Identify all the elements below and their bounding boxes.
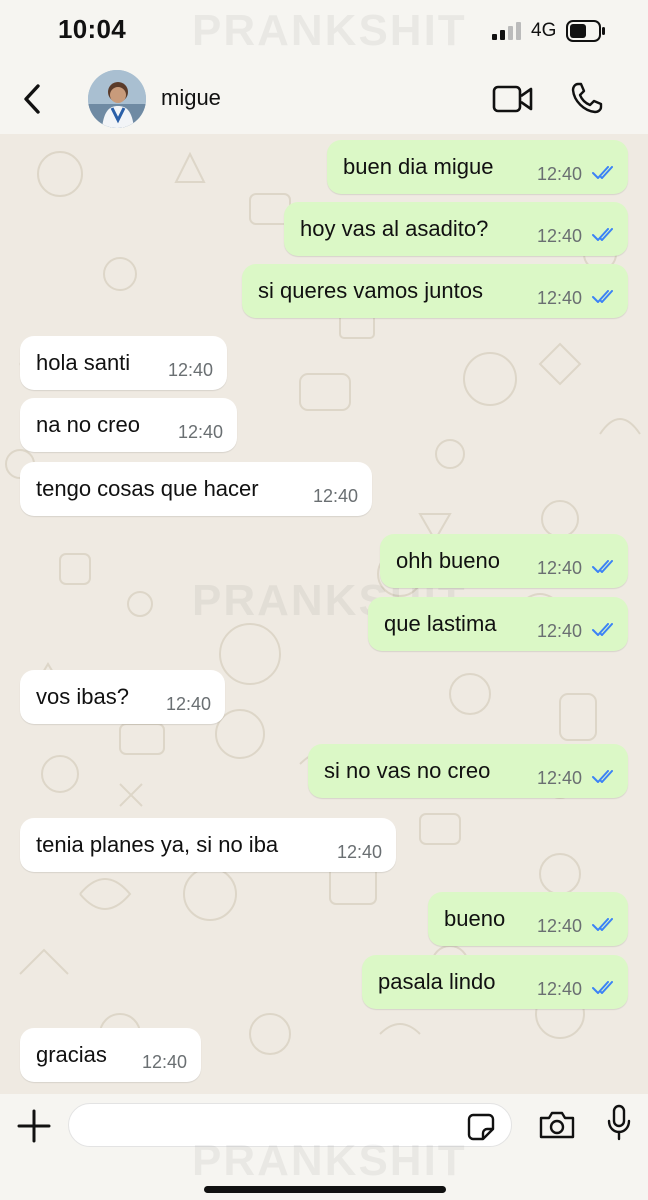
message-time: 12:40 — [536, 621, 582, 641]
chevron-left-icon[interactable] — [18, 82, 48, 116]
read-ticks-icon — [592, 770, 613, 783]
read-ticks-icon — [592, 166, 613, 179]
message-text: pasala lindo — [378, 969, 496, 994]
avatar[interactable] — [88, 70, 146, 128]
message-time: 12:40 — [536, 164, 582, 184]
message-incoming[interactable]: na no creo 12:40 — [20, 398, 237, 452]
read-ticks-icon — [592, 623, 613, 636]
message-time: 12:40 — [336, 842, 382, 862]
message-outgoing[interactable]: si no vas no creo 12:40 — [308, 744, 628, 798]
network-type: 4G — [531, 20, 557, 41]
chat-header: migue — [0, 62, 648, 134]
phone-icon[interactable] — [570, 81, 604, 115]
message-time: 12:40 — [536, 916, 582, 936]
sticker-icon[interactable] — [467, 1113, 495, 1141]
message-time: 12:40 — [141, 1052, 187, 1072]
status-bar: 10:04 PRANKSHIT 4G — [0, 0, 648, 62]
message-outgoing[interactable]: si queres vamos juntos 12:40 — [242, 264, 628, 318]
message-outgoing[interactable]: que lastima 12:40 — [368, 597, 628, 651]
read-ticks-icon — [592, 290, 613, 303]
message-incoming[interactable]: hola santi 12:40 — [20, 336, 227, 390]
message-outgoing[interactable]: pasala lindo 12:40 — [362, 955, 628, 1009]
message-text: tenia planes ya, si no iba — [36, 832, 279, 857]
plus-icon[interactable] — [16, 1108, 52, 1144]
message-text: hola santi — [36, 350, 131, 375]
battery-icon — [566, 20, 605, 42]
message-text: na no creo — [36, 412, 140, 437]
composer-bar: PRANKSHIT — [0, 1094, 648, 1200]
message-time: 12:40 — [536, 288, 582, 308]
signal-strength-icon — [492, 22, 521, 40]
message-outgoing[interactable]: buen dia migue 12:40 — [327, 140, 628, 194]
message-incoming[interactable]: tengo cosas que hacer 12:40 — [20, 462, 372, 516]
message-time: 12:40 — [536, 979, 582, 999]
message-text: bueno — [444, 906, 506, 931]
read-ticks-icon — [592, 228, 613, 241]
microphone-icon[interactable] — [606, 1104, 632, 1142]
message-time: 12:40 — [536, 226, 582, 246]
message-time: 12:40 — [536, 558, 582, 578]
video-call-icon[interactable] — [492, 84, 534, 114]
read-ticks-icon — [592, 560, 613, 573]
message-incoming[interactable]: tenia planes ya, si no iba 12:40 — [20, 818, 396, 872]
message-time: 12:40 — [177, 422, 223, 442]
read-ticks-icon — [592, 918, 613, 931]
message-incoming[interactable]: vos ibas? 12:40 — [20, 670, 225, 724]
watermark: PRANKSHIT — [192, 6, 467, 55]
contact-name[interactable]: migue — [161, 85, 221, 111]
message-outgoing[interactable]: hoy vas al asadito? 12:40 — [284, 202, 628, 256]
message-text: gracias — [36, 1042, 107, 1067]
message-outgoing[interactable]: bueno 12:40 — [428, 892, 628, 946]
home-indicator[interactable] — [204, 1186, 446, 1193]
message-time: 12:40 — [536, 768, 582, 788]
message-outgoing[interactable]: ohh bueno 12:40 — [380, 534, 628, 588]
read-ticks-icon — [592, 981, 613, 994]
camera-icon[interactable] — [538, 1110, 576, 1140]
message-time: 12:40 — [167, 360, 213, 380]
message-text: hoy vas al asadito? — [300, 216, 489, 241]
message-list[interactable]: PRANKSHIT buen dia migue 12:40 hoy vas a… — [0, 134, 648, 1094]
avatar-image — [88, 70, 146, 128]
status-time: 10:04 — [58, 14, 126, 44]
message-time: 12:40 — [165, 694, 211, 714]
message-text: buen dia migue — [343, 154, 494, 179]
message-time: 12:40 — [312, 486, 358, 506]
message-text: ohh bueno — [396, 548, 500, 573]
watermark: PRANKSHIT — [192, 1136, 467, 1185]
message-text: si no vas no creo — [324, 758, 491, 783]
whatsapp-chat-screen: 10:04 PRANKSHIT 4G migue PRANKSHIT buen … — [0, 0, 648, 1200]
message-incoming[interactable]: gracias 12:40 — [20, 1028, 201, 1082]
message-text: tengo cosas que hacer — [36, 476, 259, 501]
message-text: vos ibas? — [36, 684, 129, 709]
message-text: si queres vamos juntos — [258, 278, 483, 303]
message-text: que lastima — [384, 611, 497, 636]
